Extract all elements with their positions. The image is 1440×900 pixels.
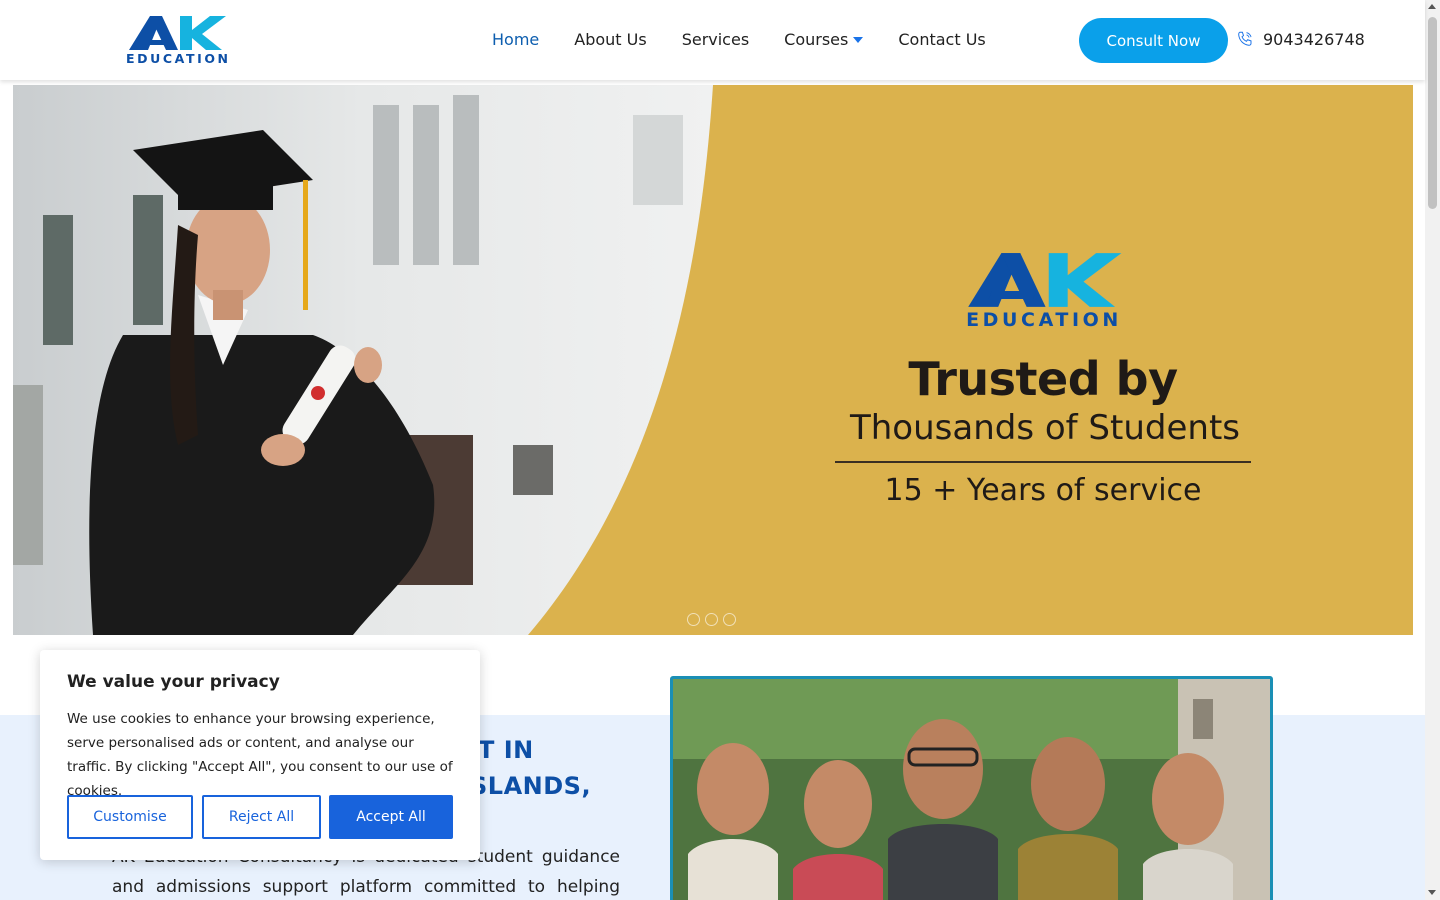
consult-now-button[interactable]: Consult Now bbox=[1079, 18, 1228, 63]
ak-logo-mark bbox=[129, 16, 226, 50]
nav-services[interactable]: Services bbox=[682, 30, 749, 49]
slider-dot-3[interactable] bbox=[723, 613, 736, 626]
hero-divider bbox=[835, 461, 1251, 463]
cookie-title: We value your privacy bbox=[67, 672, 280, 692]
nav-courses[interactable]: Courses bbox=[784, 30, 864, 49]
caret-down-icon bbox=[853, 36, 864, 43]
phone-number[interactable]: 9043426748 bbox=[1263, 30, 1365, 49]
cookie-description: We use cookies to enhance your browsing … bbox=[67, 711, 453, 799]
nav-about-us[interactable]: About Us bbox=[574, 30, 646, 49]
logo-wordmark: EDUCATION bbox=[126, 51, 231, 66]
site-header: EDUCATION Home About Us Services Courses… bbox=[0, 0, 1425, 80]
slider-dots bbox=[687, 613, 736, 626]
students-group-image bbox=[673, 679, 1270, 900]
slider-dot-1[interactable] bbox=[687, 613, 700, 626]
scroll-up-arrow-icon[interactable] bbox=[1428, 4, 1436, 9]
students-photo bbox=[670, 676, 1273, 900]
scroll-down-arrow-icon[interactable] bbox=[1428, 890, 1436, 895]
cookie-consent-banner: We value your privacy We use cookies to … bbox=[40, 650, 480, 860]
hero-years-text: 15 + Years of service bbox=[884, 473, 1202, 508]
ak-education-logo[interactable]: EDUCATION bbox=[126, 14, 228, 66]
phone-icon[interactable] bbox=[1236, 30, 1254, 48]
hero-subtitle: Thousands of Students bbox=[849, 408, 1240, 448]
hero-ak-logo: EDUCATION bbox=[963, 250, 1125, 331]
nav-courses-label: Courses bbox=[784, 30, 849, 49]
hero-title: Trusted by bbox=[908, 352, 1178, 406]
hero-logo-mark bbox=[968, 253, 1122, 307]
slider-dot-2[interactable] bbox=[705, 613, 718, 626]
accept-all-button[interactable]: Accept All bbox=[329, 795, 453, 839]
customise-button[interactable]: Customise bbox=[67, 795, 193, 839]
reject-all-button[interactable]: Reject All bbox=[202, 795, 321, 839]
main-nav: Home About Us Services Courses Contact U… bbox=[492, 30, 1021, 49]
hero-logo-wordmark: EDUCATION bbox=[966, 309, 1122, 331]
page-scrollbar[interactable] bbox=[1425, 0, 1440, 900]
scroll-thumb[interactable] bbox=[1428, 17, 1437, 209]
hero-slider: EDUCATION Trusted by Thousands of Studen… bbox=[13, 85, 1413, 635]
nav-contact-us[interactable]: Contact Us bbox=[898, 30, 985, 49]
nav-home[interactable]: Home bbox=[492, 30, 539, 49]
